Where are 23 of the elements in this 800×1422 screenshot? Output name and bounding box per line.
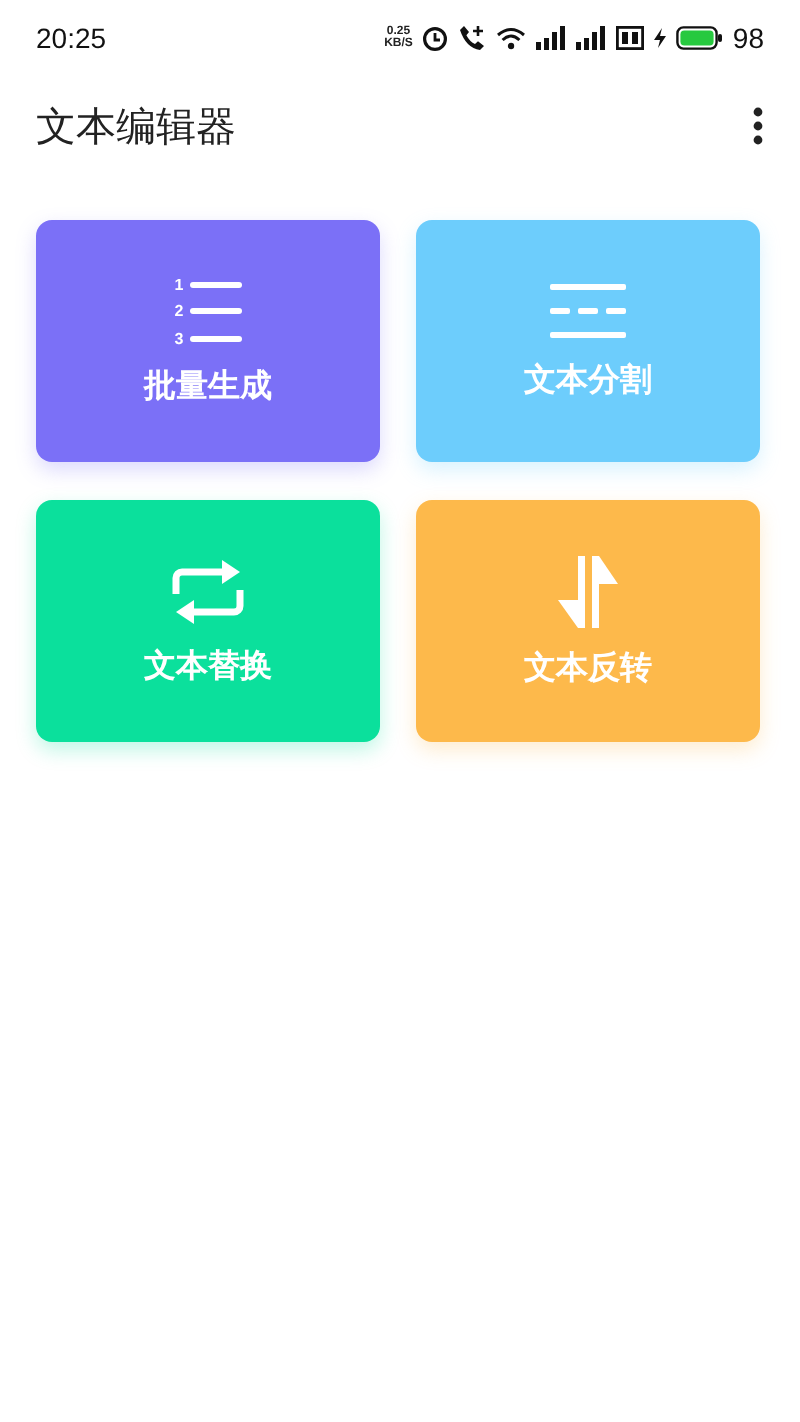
phone-icon bbox=[458, 24, 487, 52]
status-time: 20:25 bbox=[36, 22, 107, 54]
wifi-icon bbox=[496, 26, 527, 50]
reverse-arrows-icon bbox=[554, 552, 622, 632]
tool-card[interactable]: 1 2 3 批量生成 bbox=[36, 220, 380, 462]
signal-icon bbox=[536, 26, 567, 50]
tool-card[interactable]: 文本分割 bbox=[416, 220, 760, 462]
alarm-icon bbox=[422, 25, 449, 51]
card-label: 文本替换 bbox=[144, 646, 272, 688]
card-label: 文本分割 bbox=[524, 360, 652, 402]
signal-icon bbox=[576, 26, 607, 50]
more-icon bbox=[752, 106, 764, 146]
charging-icon bbox=[654, 28, 667, 48]
battery-percent: 98 bbox=[732, 22, 764, 54]
hd-icon bbox=[616, 26, 645, 50]
split-lines-icon bbox=[550, 280, 626, 344]
swap-arrows-icon bbox=[170, 554, 246, 630]
battery-icon bbox=[676, 26, 723, 50]
card-label: 文本反转 bbox=[524, 648, 652, 690]
card-label: 批量生成 bbox=[144, 366, 272, 408]
tool-card[interactable]: 文本反转 bbox=[416, 500, 760, 742]
app-title: 文本编辑器 bbox=[36, 99, 236, 153]
tool-card[interactable]: 文本替换 bbox=[36, 500, 380, 742]
